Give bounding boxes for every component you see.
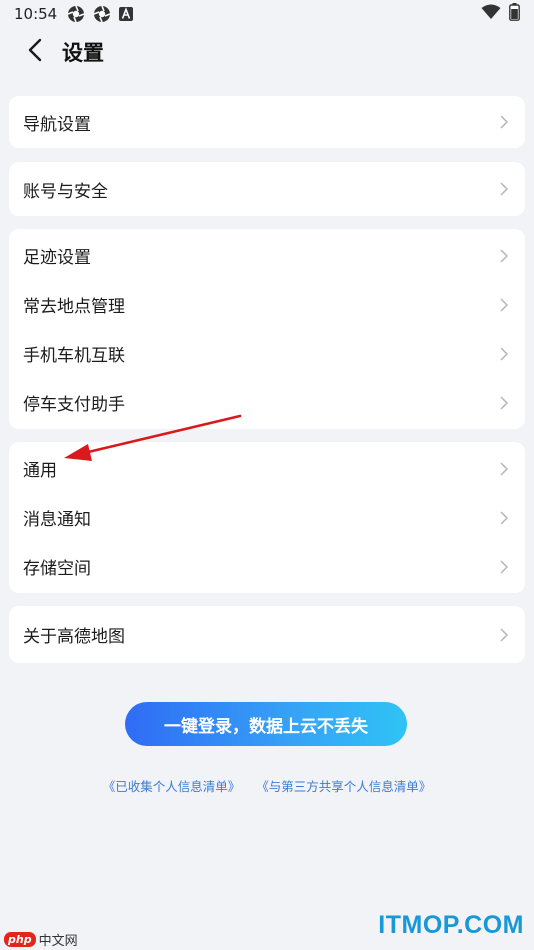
chevron-right-icon [498, 559, 510, 575]
chevron-right-icon [498, 297, 510, 313]
chevron-right-icon [498, 114, 510, 130]
settings-item-parking-payment[interactable]: 停车支付助手 [9, 378, 525, 427]
settings-item-label: 通用 [23, 461, 57, 481]
chevron-right-icon [498, 395, 510, 411]
font-a-icon [119, 7, 134, 21]
page-title: 设置 [62, 41, 104, 65]
chevron-right-icon [498, 248, 510, 264]
settings-item-label: 消息通知 [23, 510, 91, 530]
settings-group-general: 通用 消息通知 存储空间 [9, 442, 525, 593]
php-watermark: php 中文网 [4, 930, 78, 949]
privacy-links: 《已收集个人信息清单》 《与第三方共享个人信息清单》 [0, 776, 534, 795]
battery-icon [509, 3, 520, 25]
settings-item-label: 关于高德地图 [23, 627, 125, 647]
settings-item-storage[interactable]: 存储空间 [9, 542, 525, 591]
settings-item-navigation[interactable]: 导航设置 [9, 96, 525, 148]
settings-item-label: 账号与安全 [23, 181, 108, 202]
settings-group-navigation: 导航设置 [9, 96, 525, 148]
settings-item-frequent-places[interactable]: 常去地点管理 [9, 280, 525, 329]
settings-group-features: 足迹设置 常去地点管理 手机车机互联 停车支付助手 [9, 229, 525, 429]
chevron-right-icon [498, 510, 510, 526]
aperture-icon [93, 5, 111, 23]
settings-item-label: 足迹设置 [23, 248, 91, 268]
settings-item-notifications[interactable]: 消息通知 [9, 493, 525, 542]
chevron-right-icon [498, 627, 510, 643]
chevron-right-icon [498, 346, 510, 362]
settings-item-about[interactable]: 关于高德地图 [9, 606, 525, 663]
settings-item-account-security[interactable]: 账号与安全 [9, 162, 525, 216]
collected-info-link[interactable]: 《已收集个人信息清单》 [103, 776, 241, 795]
settings-item-general[interactable]: 通用 [9, 444, 525, 493]
chevron-right-icon [498, 461, 510, 477]
settings-item-label: 导航设置 [23, 114, 91, 135]
settings-item-car-link[interactable]: 手机车机互联 [9, 329, 525, 378]
php-logo: php [4, 932, 36, 947]
status-time: 10:54 [14, 5, 58, 23]
itmop-watermark: ITMOP.COM [378, 911, 524, 939]
settings-group-about: 关于高德地图 [9, 606, 525, 663]
one-click-login-button[interactable]: 一键登录，数据上云不丢失 [125, 702, 407, 746]
settings-item-footprint[interactable]: 足迹设置 [9, 231, 525, 280]
wifi-icon [481, 4, 501, 24]
php-watermark-text: 中文网 [38, 934, 78, 949]
status-right-icons [481, 3, 520, 25]
settings-item-label: 常去地点管理 [23, 297, 125, 317]
third-party-info-link[interactable]: 《与第三方共享个人信息清单》 [256, 776, 431, 795]
aperture-icon [67, 5, 85, 23]
chevron-right-icon [498, 181, 510, 197]
settings-item-label: 手机车机互联 [23, 346, 125, 366]
settings-item-label: 停车支付助手 [23, 395, 125, 415]
status-bar: 10:54 [0, 0, 534, 28]
back-button[interactable] [10, 30, 60, 74]
header: 设置 [0, 30, 534, 74]
settings-item-label: 存储空间 [23, 559, 91, 579]
settings-group-account: 账号与安全 [9, 162, 525, 216]
chevron-left-icon [28, 38, 42, 66]
